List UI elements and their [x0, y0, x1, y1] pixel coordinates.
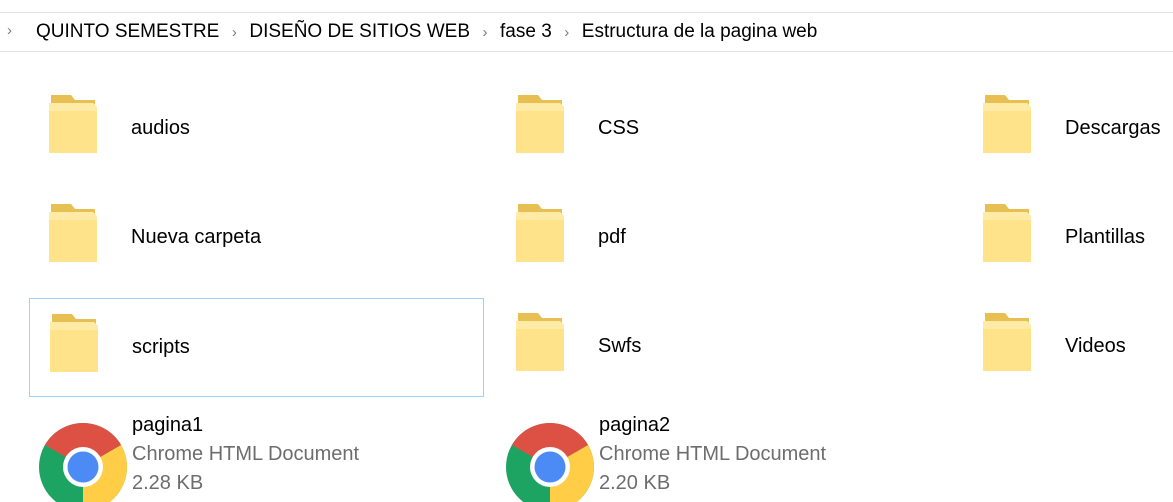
folder-label: Nueva carpeta: [131, 226, 262, 248]
folder-item[interactable]: scripts: [29, 298, 484, 397]
breadcrumb-item-fase-3[interactable]: fase 3: [496, 21, 556, 43]
folder-label: Plantillas: [1065, 226, 1146, 248]
folder-icon: [47, 93, 99, 155]
file-type: Chrome HTML Document: [132, 443, 360, 465]
folder-label: Descargas: [1065, 117, 1161, 139]
folder-icon: [47, 202, 99, 264]
breadcrumb-separator-icon[interactable]: ›: [223, 24, 245, 41]
breadcrumb[interactable]: › QUINTO SEMESTRE › DISEÑO DE SITIOS WEB…: [0, 12, 1173, 52]
folder-icon: [514, 93, 566, 155]
folder-icon: [981, 93, 1033, 155]
folder-label: CSS: [598, 117, 640, 139]
chrome-icon: [38, 422, 128, 502]
folder-item[interactable]: CSS: [496, 80, 951, 179]
folder-icon: [48, 312, 100, 374]
folder-item[interactable]: Plantillas: [963, 189, 1173, 288]
file-size: 2.20 KB: [599, 472, 671, 494]
folder-icon: [981, 311, 1033, 373]
breadcrumb-item-diseno-de-sitios-web[interactable]: DISEÑO DE SITIOS WEB: [245, 21, 474, 43]
file-item[interactable]: pagina1 Chrome HTML Document 2.28 KB: [29, 408, 484, 502]
folder-label: scripts: [132, 336, 190, 358]
folder-item[interactable]: Swfs: [496, 298, 951, 397]
breadcrumb-item-quinto-semestre[interactable]: QUINTO SEMESTRE: [32, 21, 223, 43]
file-size: 2.28 KB: [132, 472, 204, 494]
folder-label: Videos: [1065, 335, 1126, 357]
breadcrumb-separator-icon[interactable]: ›: [556, 24, 578, 41]
file-name: pagina1: [132, 414, 204, 436]
breadcrumb-expand-icon[interactable]: ›: [7, 22, 12, 39]
folder-icon: [514, 202, 566, 264]
breadcrumb-item-estructura-de-la-pagina-web[interactable]: Estructura de la pagina web: [578, 21, 822, 43]
folder-icon: [981, 202, 1033, 264]
folder-label: Swfs: [598, 335, 642, 357]
folder-item[interactable]: audios: [29, 80, 484, 179]
breadcrumb-separator-icon[interactable]: ›: [474, 24, 496, 41]
folder-item[interactable]: Videos: [963, 298, 1173, 397]
file-item[interactable]: pagina2 Chrome HTML Document 2.20 KB: [496, 408, 951, 502]
folder-label: audios: [131, 117, 190, 139]
file-explorer-window: › QUINTO SEMESTRE › DISEÑO DE SITIOS WEB…: [0, 0, 1173, 502]
folder-item[interactable]: pdf: [496, 189, 951, 288]
chrome-icon: [505, 422, 595, 502]
folder-item[interactable]: Nueva carpeta: [29, 189, 484, 288]
file-type: Chrome HTML Document: [599, 443, 827, 465]
file-name: pagina2: [599, 414, 671, 436]
folder-icon: [514, 311, 566, 373]
folder-item[interactable]: Descargas: [963, 80, 1173, 179]
folder-label: pdf: [598, 226, 626, 248]
